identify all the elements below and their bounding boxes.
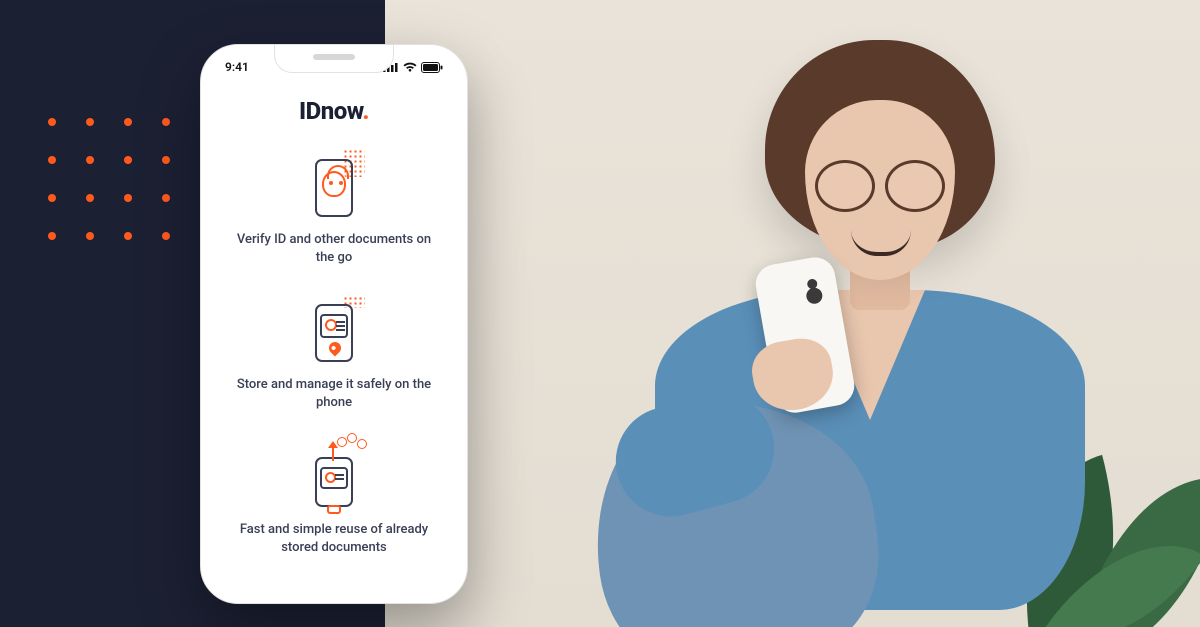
feature-label: Verify ID and other documents on the go [234,231,434,266]
decorative-dot-grid [48,118,170,240]
phone-mockup: 9:41 IDnow. [200,44,468,604]
verify-id-icon [307,149,361,221]
store-safely-icon [307,294,361,366]
phone-notch [274,45,394,73]
hero-photo [385,0,1200,627]
brand-name: IDnow [299,97,362,125]
brand-logo: IDnow. [299,97,369,125]
person-illustration [535,40,1095,627]
reuse-documents-icon [307,439,361,511]
battery-icon [421,62,443,73]
feature-label: Fast and simple reuse of already stored … [234,521,434,556]
feature-label: Store and manage it safely on the phone [234,376,434,411]
feature-verify: Verify ID and other documents on the go [234,149,434,266]
phone-screen: IDnow. Verify ID and other documents on … [201,89,467,603]
feature-reuse: Fast and simple reuse of already stored … [234,439,434,556]
glasses-icon [815,160,945,206]
brand-accent-dot: . [362,97,369,125]
statusbar-time: 9:41 [225,60,249,74]
feature-store: Store and manage it safely on the phone [234,294,434,411]
wifi-icon [403,62,417,72]
